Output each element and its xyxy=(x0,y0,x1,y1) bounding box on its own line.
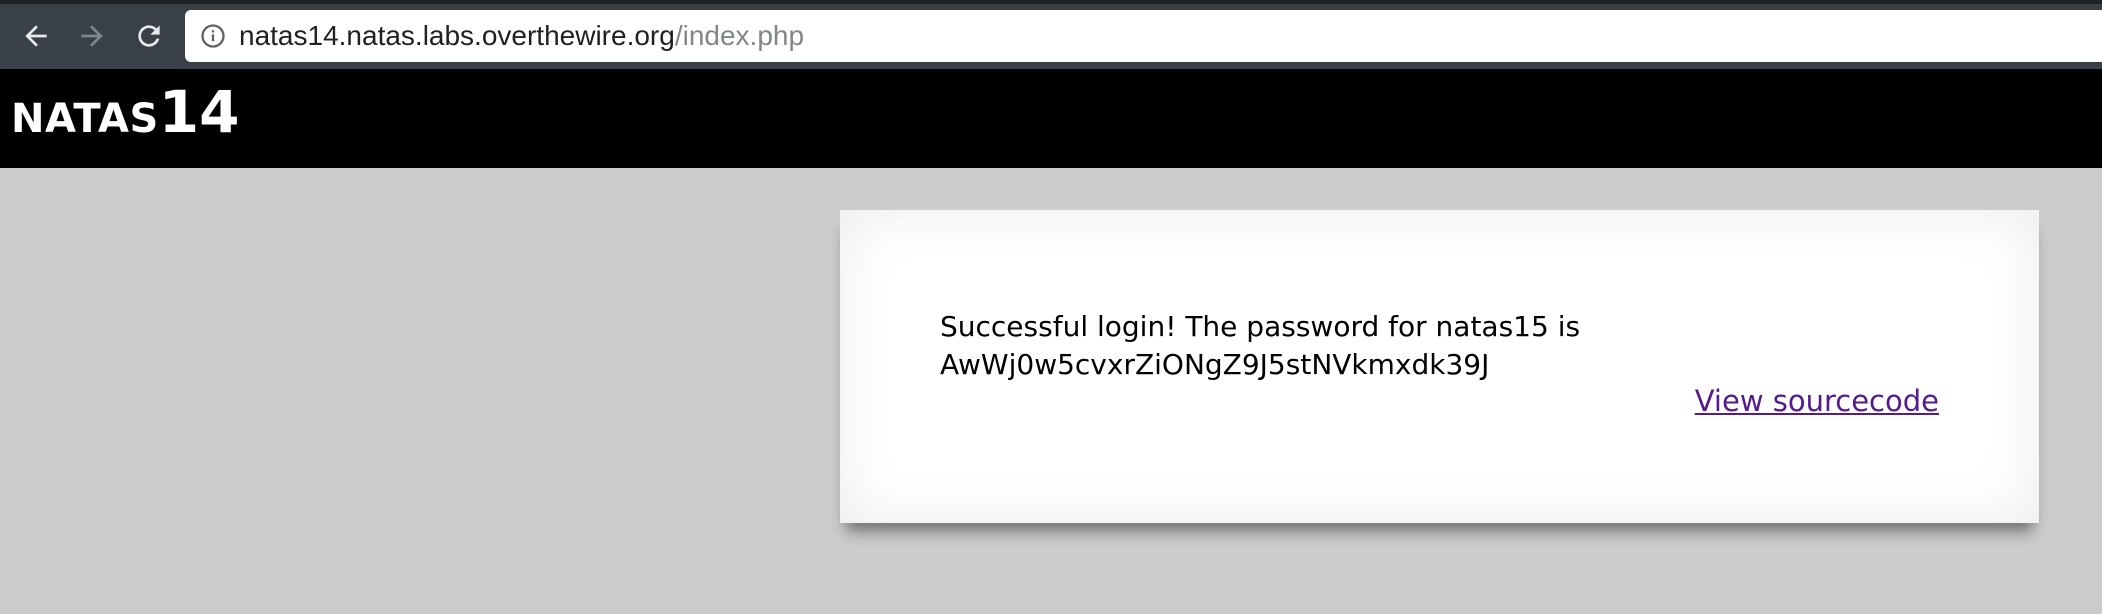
browser-toolbar: natas14.natas.labs.overthewire.org/index… xyxy=(0,0,2102,69)
address-bar[interactable]: natas14.natas.labs.overthewire.org/index… xyxy=(185,10,2102,62)
password-text: AwWj0w5cvxrZiONgZ9J5stNVkmxdk39J xyxy=(940,348,1490,381)
url-path: /index.php xyxy=(674,20,805,51)
reload-icon xyxy=(138,25,160,47)
url-text[interactable]: natas14.natas.labs.overthewire.org/index… xyxy=(239,20,804,52)
arrow-right-icon xyxy=(81,25,103,47)
content-box: Successful login! The password for natas… xyxy=(840,210,2039,523)
forward-button[interactable] xyxy=(70,14,114,58)
logo-number: 14 xyxy=(158,78,240,146)
back-button[interactable] xyxy=(14,14,58,58)
info-circle-icon[interactable] xyxy=(199,22,227,50)
login-message: Successful login! The password for natas… xyxy=(940,308,1660,384)
site-header: NATAS14 xyxy=(0,69,2102,168)
message-line-1: Successful login! The password for natas… xyxy=(940,310,1581,343)
site-logo: NATAS14 xyxy=(11,83,240,141)
url-host: natas14.natas.labs.overthewire.org xyxy=(239,20,675,51)
reload-button[interactable] xyxy=(127,14,171,58)
view-sourcecode-link[interactable]: View sourcecode xyxy=(1695,384,1939,418)
logo-word: NATAS xyxy=(11,96,159,142)
arrow-left-icon xyxy=(25,25,47,47)
